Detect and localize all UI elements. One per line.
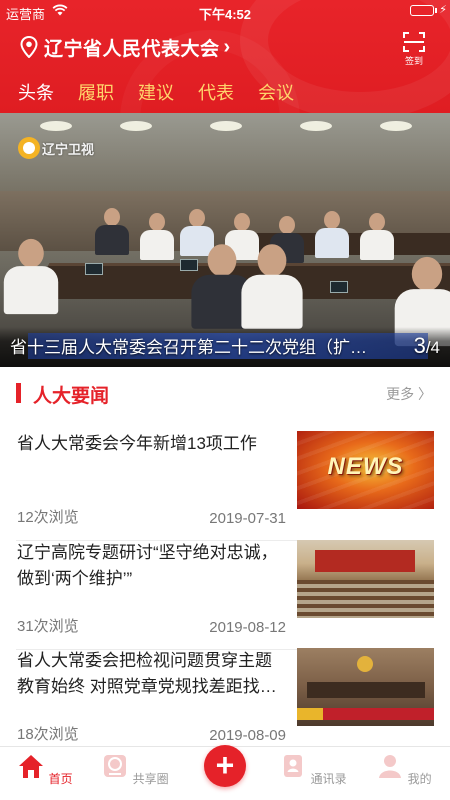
news-thumbnail-text: NEWS <box>327 453 404 480</box>
tabbar-label: 共享圈 <box>132 772 169 786</box>
news-thumbnail: NEWS <box>297 431 434 509</box>
banner-photo-person <box>140 213 174 260</box>
carousel-current-page: 3 <box>413 333 426 358</box>
contacts-icon <box>284 755 303 777</box>
banner-photo-person <box>315 211 349 258</box>
banner-photo-monitor <box>180 259 198 271</box>
tv-station-logo: 辽宁卫视 <box>18 137 94 159</box>
tab-headlines[interactable]: 头条 <box>6 78 66 108</box>
banner-photo-monitor <box>85 263 103 275</box>
carousel-caption: 省十三届人大常委会召开第二十二次党组（扩大）会议 <box>10 338 380 357</box>
news-list-item[interactable]: 省人大常委会今年新增13项工作 12次浏览 2019-07-31 NEWS <box>0 431 450 541</box>
news-headline: 省人大常委会把检视问题贯穿主题教育始终 对照党章党规找差距找问题 <box>17 651 277 696</box>
banner-photo-person <box>3 238 59 315</box>
check-in-label: 签到 <box>404 56 423 66</box>
banner-photo-light <box>40 121 72 131</box>
banner-photo-person <box>360 213 394 260</box>
section-accent-bar <box>16 383 21 403</box>
tab-representatives[interactable]: 代表 <box>186 78 246 108</box>
tab-suggestions[interactable]: 建议 <box>126 78 186 108</box>
app-header: 运营商 下午4:52 ⚡ 辽宁省人民代表大会 › 签到 头条 履职 建议 代表 … <box>0 0 450 113</box>
scan-icon <box>403 32 425 52</box>
news-thumbnail <box>297 540 434 618</box>
tab-meetings[interactable]: 会议 <box>246 78 306 108</box>
check-in-button[interactable]: 签到 <box>400 31 428 67</box>
profile-icon <box>379 755 402 778</box>
page-title: 辽宁省人民代表大会 <box>44 38 220 60</box>
tv-logo-icon <box>18 137 40 159</box>
banner-photo-monitor <box>330 281 348 293</box>
news-list-item[interactable]: 省人大常委会把检视问题贯穿主题教育始终 对照党章党规找差距找问题 18次浏览 2… <box>0 648 450 758</box>
section-title: 人大要闻 <box>33 386 110 407</box>
news-view-count: 31次浏览 <box>17 618 79 635</box>
news-view-count: 12次浏览 <box>17 509 79 526</box>
banner-photo-person <box>241 244 303 329</box>
home-icon <box>19 755 44 778</box>
news-thumbnail <box>297 648 434 726</box>
news-view-count: 18次浏览 <box>17 726 79 743</box>
bottom-tab-bar: 首页 共享圈 + 通讯录 我的 <box>0 745 450 800</box>
tabbar-contacts[interactable]: 通讯录 <box>278 752 348 787</box>
status-bar: 运营商 下午4:52 ⚡ <box>0 0 450 22</box>
banner-photo-light <box>120 121 152 131</box>
banner-photo-light <box>210 121 242 131</box>
carousel-total-pages: /4 <box>425 338 440 357</box>
tabbar-profile[interactable]: 我的 <box>369 752 439 787</box>
org-selector[interactable]: 辽宁省人民代表大会 › <box>20 32 230 62</box>
banner-photo-light <box>380 121 412 131</box>
news-list-item[interactable]: 辽宁高院专题研讨“坚守绝对忠诚，做到‘两个维护’” 31次浏览 2019-08-… <box>0 540 450 650</box>
tabbar-label: 通讯录 <box>310 772 347 786</box>
banner-photo-person <box>95 208 129 255</box>
location-pin-icon <box>20 36 38 58</box>
tabbar-label: 首页 <box>48 772 73 786</box>
share-circle-icon <box>104 755 127 777</box>
news-headline: 省人大常委会今年新增13项工作 <box>17 434 257 453</box>
battery-tip <box>435 8 437 13</box>
battery-icon <box>410 5 434 16</box>
category-tabs: 头条 履职 建议 代表 会议 <box>6 78 306 108</box>
news-section-header: 人大要闻 更多 〉 <box>0 377 450 409</box>
charging-icon: ⚡ <box>439 4 447 16</box>
news-headline: 辽宁高院专题研讨“坚守绝对忠诚，做到‘两个维护’” <box>17 543 278 588</box>
chevron-right-icon: › <box>223 35 231 58</box>
tabbar-home[interactable]: 首页 <box>10 752 80 787</box>
banner-photo-light <box>300 121 332 131</box>
add-button[interactable]: + <box>204 745 246 787</box>
news-date: 2019-07-31 <box>209 510 286 527</box>
headline-carousel[interactable]: 辽宁卫视 省十三届人大常委会召开第二十二次党组（扩大）会议 3/4 <box>0 113 450 367</box>
news-date: 2019-08-09 <box>209 727 286 744</box>
tabbar-share-circle[interactable]: 共享圈 <box>100 752 170 787</box>
tabbar-label: 我的 <box>407 772 432 786</box>
tv-logo-text: 辽宁卫视 <box>42 141 95 157</box>
tab-duties[interactable]: 履职 <box>66 78 126 108</box>
more-link[interactable]: 更多 〉 <box>386 384 432 404</box>
carousel-pager: 3/4 <box>414 333 440 359</box>
news-date: 2019-08-12 <box>209 619 286 636</box>
clock: 下午4:52 <box>198 7 252 22</box>
